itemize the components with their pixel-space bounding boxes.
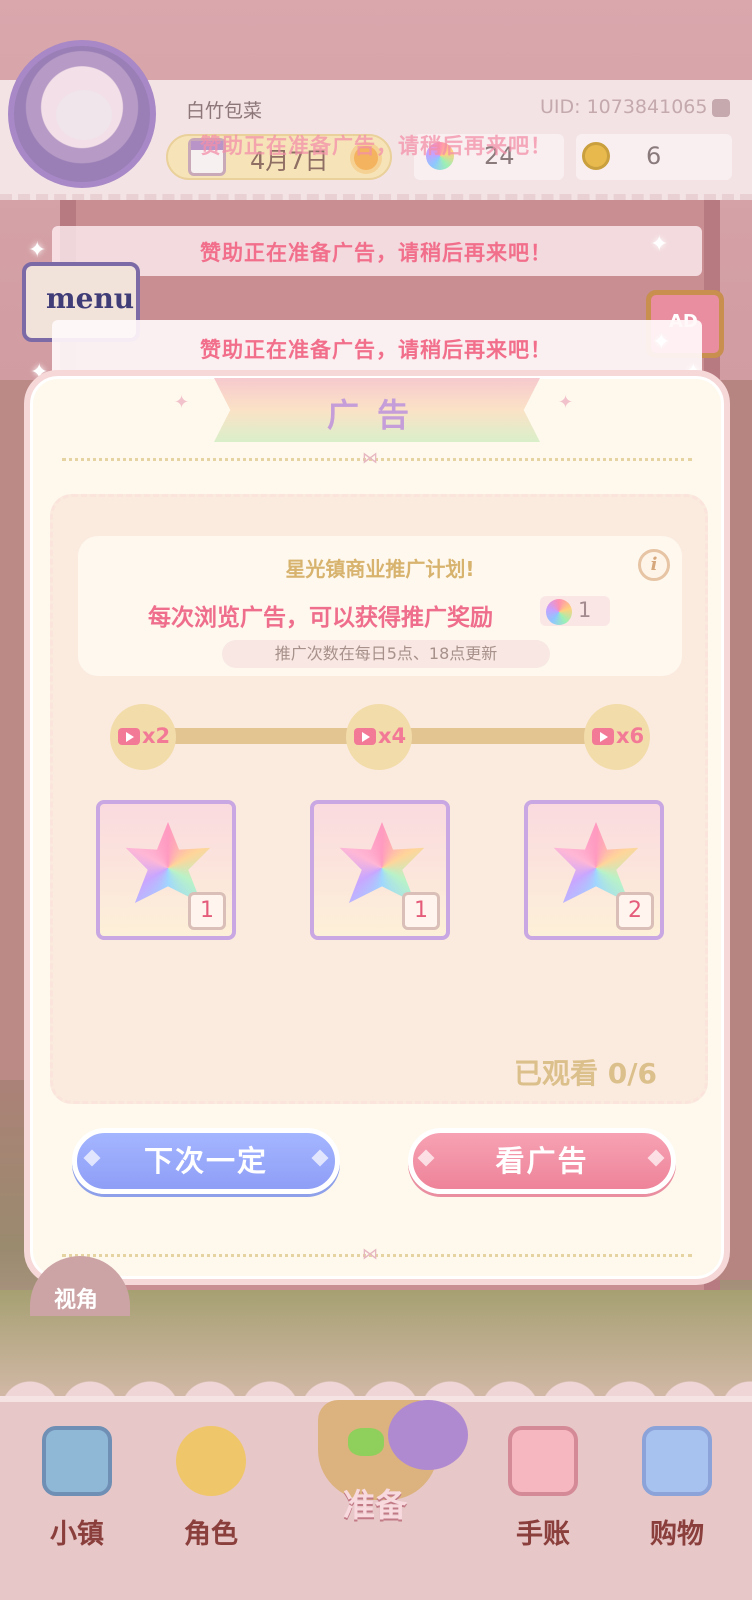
- rainbow-gem-icon: [546, 599, 572, 625]
- bow-icon: ⋈: [362, 448, 378, 467]
- bow-icon: ⋈: [362, 1244, 378, 1263]
- nav-character[interactable]: 角色: [156, 1416, 266, 1586]
- sparkle-icon: ✦: [652, 330, 671, 355]
- reward-box[interactable]: 2: [524, 800, 664, 940]
- dialog-title: 广告: [326, 396, 427, 434]
- menu-label: menu: [46, 282, 135, 315]
- nav-label: 小镇: [50, 1519, 104, 1550]
- map-icon: [42, 1426, 112, 1496]
- milestone-label: x2: [142, 724, 171, 748]
- milestone-label: x6: [616, 724, 645, 748]
- reward-box[interactable]: 1: [96, 800, 236, 940]
- nav-label: 准备: [342, 1486, 407, 1524]
- promo-plan-title: 星光镇商业推广计划!: [285, 557, 475, 581]
- sparkle-icon: ✦: [174, 392, 190, 413]
- journal-icon: [508, 1426, 578, 1496]
- reward-count: 1: [402, 892, 440, 930]
- sparkle-icon: ✦: [650, 232, 669, 257]
- ribbon-icon: [348, 1428, 384, 1456]
- nav-journal[interactable]: 手账: [488, 1416, 598, 1586]
- toast-faded: 赞助正在准备广告，请稍后再来吧！: [200, 134, 552, 158]
- player-nickname: 白竹包菜: [186, 100, 263, 122]
- later-button[interactable]: 下次一定: [72, 1128, 340, 1194]
- sparkle-icon: ✦: [558, 392, 574, 413]
- copy-icon[interactable]: [712, 99, 730, 117]
- reward-count: 1: [188, 892, 226, 930]
- view-angle-label: 视角: [54, 1288, 99, 1313]
- milestone-node: x2: [110, 704, 176, 770]
- sparkle-icon: ✦: [28, 238, 47, 263]
- nav-town[interactable]: 小镇: [22, 1416, 132, 1586]
- promo-description: 每次浏览广告，可以获得推广奖励: [148, 605, 493, 631]
- reward-box[interactable]: 1: [310, 800, 450, 940]
- milestone-node: x4: [346, 704, 412, 770]
- reward-per-view: 1: [578, 598, 592, 622]
- player-avatar[interactable]: [8, 40, 156, 188]
- refresh-note-text: 推广次数在每日5点、18点更新: [274, 644, 498, 663]
- watched-progress: 已观看 0/6: [514, 1057, 657, 1090]
- refresh-note: 推广次数在每日5点、18点更新: [222, 640, 550, 668]
- info-icon[interactable]: i: [638, 549, 670, 581]
- nav-shop[interactable]: 购物: [622, 1416, 732, 1586]
- video-icon: [592, 728, 614, 745]
- watch-ad-button[interactable]: 看广告: [408, 1128, 676, 1194]
- player-uid: UID: 1073841065: [540, 96, 708, 118]
- nav-label: 购物: [650, 1519, 704, 1550]
- nav-label: 手账: [516, 1519, 570, 1550]
- nav-label: 角色: [184, 1519, 238, 1550]
- video-icon: [354, 728, 376, 745]
- milestone-label: x4: [378, 724, 407, 748]
- shopping-bag-icon: [642, 1426, 712, 1496]
- toast-message: 赞助正在准备广告，请稍后再来吧！: [200, 338, 552, 362]
- milestone-node: x6: [584, 704, 650, 770]
- character-icon: [176, 1426, 246, 1496]
- video-icon: [118, 728, 140, 745]
- hat-icon: [388, 1400, 468, 1470]
- reward-count: 2: [616, 892, 654, 930]
